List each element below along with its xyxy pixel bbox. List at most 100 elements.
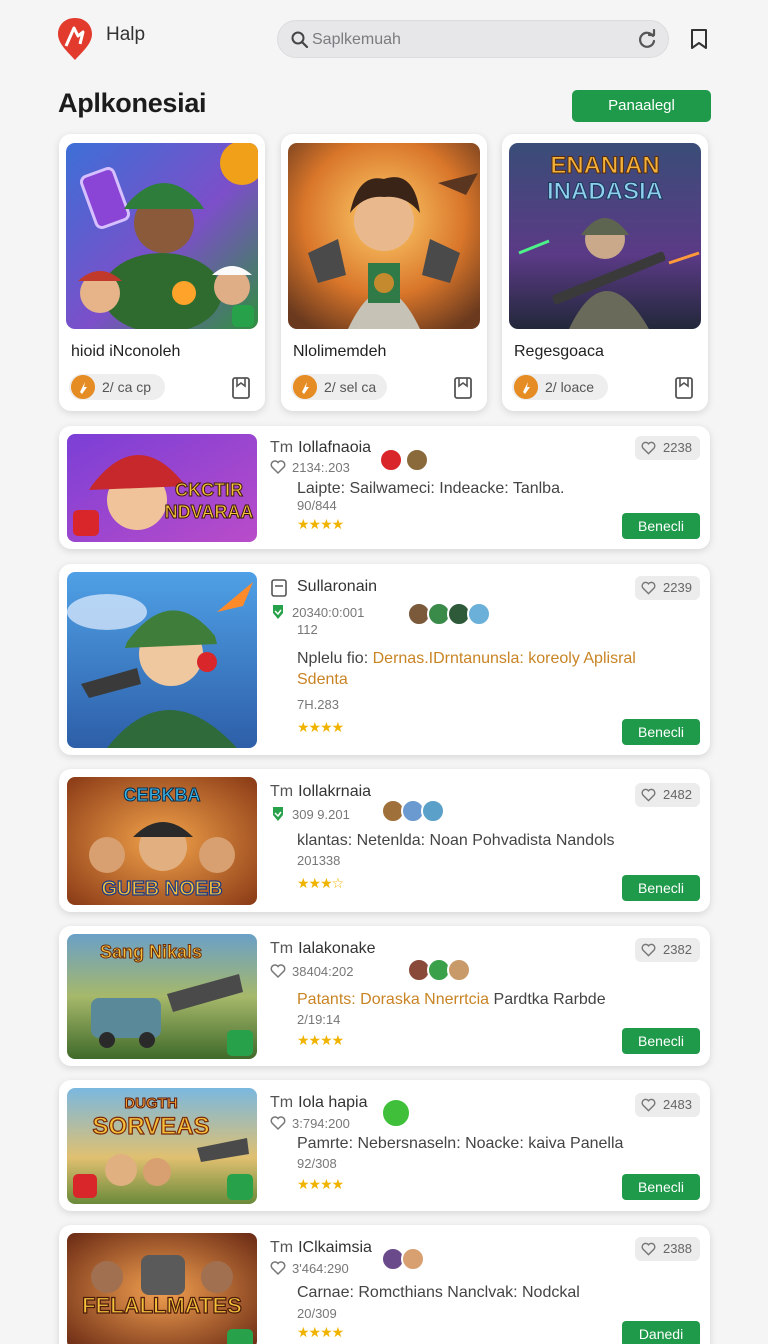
item-sub-meta: 20/309 <box>297 1306 337 1321</box>
game-thumbnail[interactable]: DUGTH SORVEAS <box>67 1088 257 1204</box>
action-button[interactable]: Benecli <box>622 875 700 901</box>
avatar <box>405 448 429 472</box>
player-avatars <box>379 448 439 472</box>
star-rating: ★★★★ <box>297 1324 344 1340</box>
card-title: Regesgoaca <box>514 343 604 360</box>
coin-icon <box>71 375 95 399</box>
like-counter[interactable]: 2388 <box>635 1237 700 1261</box>
list-item[interactable]: DUGTH SORVEAS Tm Iola hapia 3:794:200 Pam… <box>59 1080 710 1211</box>
list-item[interactable]: Sang Nikals Tm Ialakonake 38404:202 Patan… <box>59 926 710 1066</box>
avatar <box>379 448 403 472</box>
art-text: CKCTIR <box>175 480 243 500</box>
game-thumbnail[interactable]: CEBKBA GUEB NOEB <box>67 777 257 905</box>
item-description: Laipte: Sailwameci: Indeacke: Tanlba. <box>297 480 565 497</box>
star-rating: ★★★★ <box>297 1176 344 1192</box>
bookmark-icon[interactable] <box>453 376 473 400</box>
heart-icon <box>641 581 656 595</box>
game-thumbnail[interactable]: FELALLMATES <box>67 1233 257 1344</box>
heart-outline-icon[interactable] <box>270 1260 286 1276</box>
search-input[interactable] <box>312 27 612 53</box>
art-text: FELALLMATES <box>82 1293 242 1318</box>
document-icon <box>271 579 287 597</box>
heart-outline-icon[interactable] <box>270 963 286 979</box>
top-bar: Halp <box>0 0 768 78</box>
game-thumbnail[interactable]: Sang Nikals <box>67 934 257 1059</box>
featured-card[interactable]: hioid iNconoleh 2/ ca cp <box>59 134 265 411</box>
action-button[interactable]: Benecli <box>622 1174 700 1200</box>
bookmark-icon[interactable] <box>674 376 694 400</box>
featured-card[interactable]: ENANIAN INADASIA Regesgoaca 2/ loace <box>502 134 708 411</box>
item-meta: 3:794:200 <box>292 1116 350 1131</box>
item-title: Iollakrnaia <box>298 783 372 800</box>
avatar <box>381 1098 411 1128</box>
list-item[interactable]: Sullaronain 20340:0:001 112 Nplelu fio: … <box>59 564 710 755</box>
list-item[interactable]: FELALLMATES Tm IClkaimsia 3'464:290 Carna… <box>59 1225 710 1344</box>
art-text: CEBKBA <box>123 785 200 805</box>
star-rating: ★★★★ <box>297 1032 344 1048</box>
page-title: Aplkonesiai <box>58 88 207 118</box>
item-meta: 3'464:290 <box>292 1261 349 1276</box>
item-description: Pamrte: Nebersnaseln: Noacke: kaiva Pane… <box>297 1135 624 1152</box>
price-chip[interactable]: 2/ loace <box>512 374 608 400</box>
like-counter[interactable]: 2238 <box>635 436 700 460</box>
brand-name: Halp <box>106 24 146 45</box>
avatar <box>447 958 471 982</box>
item-description: klantas: Netenlda: Noan Pohvadista Nando… <box>297 832 615 849</box>
art-text: SORVEAS <box>93 1113 210 1140</box>
star-rating: ★★★☆ <box>297 875 344 891</box>
game-thumbnail[interactable]: CKCTIR NDVARAA <box>67 434 257 542</box>
refresh-icon[interactable] <box>636 29 658 51</box>
art-text: NDVARAA <box>165 502 254 522</box>
game-thumbnail[interactable] <box>288 143 480 329</box>
item-meta: 309 9.201 <box>292 807 350 822</box>
like-counter[interactable]: 2382 <box>635 938 700 962</box>
heart-icon <box>641 1242 656 1256</box>
art-text: Sang Nikals <box>100 942 202 962</box>
item-title: IClkaimsia <box>298 1239 372 1256</box>
heart-icon <box>641 943 656 957</box>
search-icon <box>291 31 309 49</box>
action-button[interactable]: Danedi <box>622 1321 700 1344</box>
heart-icon <box>641 441 656 455</box>
featured-card[interactable]: Nlolimemdeh 2/ sel ca <box>281 134 487 411</box>
art-text: ENANIAN <box>550 152 659 179</box>
star-rating: ★★★★ <box>297 516 344 532</box>
item-title: Sullaronain <box>297 578 378 595</box>
item-sub-meta: 201338 <box>297 853 341 868</box>
action-button[interactable]: Benecli <box>622 719 700 745</box>
player-avatars <box>381 799 445 823</box>
bookmark-icon[interactable] <box>231 376 251 400</box>
like-counter[interactable]: 2239 <box>635 576 700 600</box>
card-title: Nlolimemdeh <box>293 343 387 360</box>
item-sub-meta: 112 <box>297 622 318 637</box>
list-item[interactable]: CKCTIR NDVARAA Tm Iollafnaoia 2134:.203 L… <box>59 426 710 549</box>
price-chip[interactable]: 2/ ca cp <box>69 374 165 400</box>
heart-outline-icon[interactable] <box>270 459 286 475</box>
game-thumbnail[interactable] <box>67 572 257 748</box>
primary-action-button[interactable]: Panaalegl <box>572 90 711 122</box>
action-button[interactable]: Benecli <box>622 1028 700 1054</box>
avatar <box>467 602 491 626</box>
item-sub-meta: 7H.283 <box>297 697 339 712</box>
item-title: Iola hapia <box>298 1094 368 1111</box>
item-description: Patants: Doraska Nnerrtcia Pardtka Rarbd… <box>297 991 606 1008</box>
like-counter[interactable]: 2483 <box>635 1093 700 1117</box>
list-item[interactable]: CEBKBA GUEB NOEB Tm Iollakrnaia 309 9.201… <box>59 769 710 912</box>
player-avatars <box>407 602 491 626</box>
like-counter[interactable]: 2482 <box>635 783 700 807</box>
player-avatars <box>407 958 471 982</box>
brand-logo-icon[interactable] <box>56 16 94 62</box>
game-thumbnail[interactable] <box>66 143 258 329</box>
price-chip[interactable]: 2/ sel ca <box>291 374 387 400</box>
bookmark-icon[interactable] <box>688 27 710 51</box>
item-meta: 2134:.203 <box>292 460 350 475</box>
verified-icon <box>273 605 283 619</box>
player-avatars <box>381 1247 429 1271</box>
heart-outline-icon[interactable] <box>270 1115 286 1131</box>
action-button[interactable]: Benecli <box>622 513 700 539</box>
item-description: Carnae: Romcthians Nanclvak: Nodckal <box>297 1284 580 1301</box>
art-text: INADASIA <box>547 178 663 205</box>
game-thumbnail[interactable]: ENANIAN INADASIA <box>509 143 701 329</box>
item-title: Ialakonake <box>298 940 376 957</box>
search-bar[interactable] <box>277 20 669 58</box>
